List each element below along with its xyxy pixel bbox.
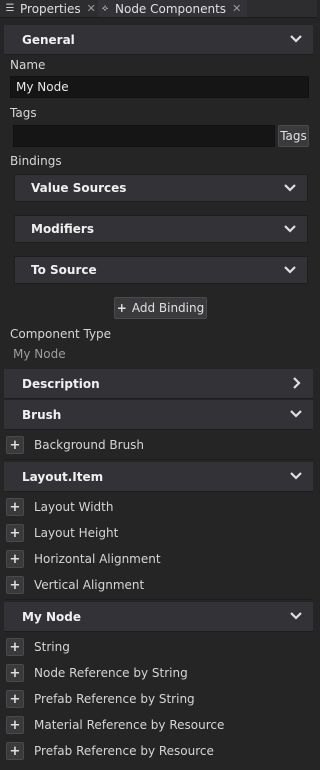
tab-label: Node Components [115, 1, 227, 16]
plus-icon[interactable]: + [6, 638, 24, 656]
list-item: + Horizontal Alignment [6, 549, 161, 569]
chevron-down-icon[interactable] [289, 609, 303, 623]
list-item: + String [6, 637, 70, 657]
list-item: + Background Brush [6, 435, 144, 455]
item-label: Horizontal Alignment [34, 552, 161, 566]
plus-icon[interactable]: + [6, 690, 24, 708]
properties-icon: ☰ [5, 3, 15, 14]
item-label: Background Brush [34, 438, 145, 452]
name-label: Name [10, 58, 46, 72]
bindings-value-sources[interactable]: Value Sources [14, 174, 308, 202]
divider [4, 459, 313, 460]
plus-icon[interactable]: + [6, 716, 24, 734]
chevron-down-icon[interactable] [289, 407, 303, 421]
section-title: Brush [22, 407, 62, 422]
section-general[interactable]: General [4, 25, 313, 55]
component-type-value: My Node [13, 347, 66, 361]
add-binding-label: Add Binding [131, 301, 205, 315]
plus-icon[interactable]: + [6, 576, 24, 594]
component-type-label: Component Type [10, 327, 112, 341]
subsection-title: Modifiers [31, 222, 94, 236]
name-field[interactable]: My Node [10, 76, 309, 98]
section-my-node[interactable]: My Node [4, 602, 313, 632]
tab-node-components[interactable]: ⟡ Node Components ✕ [98, 0, 248, 17]
chevron-down-icon[interactable] [283, 222, 297, 236]
tags-field[interactable] [13, 125, 275, 147]
node-components-icon: ⟡ [101, 3, 109, 14]
list-item: + Prefab Reference by String [6, 689, 195, 709]
bindings-label: Bindings [10, 154, 62, 168]
plus-icon[interactable]: + [6, 524, 24, 542]
chevron-down-icon[interactable] [289, 469, 303, 483]
add-binding-button[interactable]: + Add Binding [114, 297, 207, 319]
item-label: Layout Height [34, 526, 119, 540]
list-item: + Layout Height [6, 523, 118, 543]
close-icon[interactable]: ✕ [87, 2, 96, 15]
list-item: + Layout Width [6, 497, 113, 517]
chevron-down-icon[interactable] [289, 32, 303, 46]
item-label: Vertical Alignment [34, 578, 145, 592]
bindings-modifiers[interactable]: Modifiers [14, 215, 308, 243]
item-label: Prefab Reference by Resource [34, 744, 214, 758]
plus-icon[interactable]: + [6, 664, 24, 682]
plus-icon[interactable]: + [6, 436, 24, 454]
tags-label: Tags [10, 106, 37, 120]
list-item: + Material Reference by Resource [6, 715, 224, 735]
item-label: String [34, 640, 70, 654]
section-title: Layout.Item [22, 469, 104, 484]
section-title: My Node [22, 609, 81, 624]
section-description[interactable]: Description [4, 369, 313, 399]
chevron-down-icon[interactable] [283, 181, 297, 195]
plus-icon: + [116, 301, 127, 315]
tab-properties[interactable]: ☰ Properties ✕ [3, 0, 96, 17]
section-title: General [22, 32, 75, 47]
subsection-title: Value Sources [31, 181, 127, 195]
tags-button[interactable]: Tags [278, 125, 309, 147]
tab-bar: ☰ Properties ✕ ⟡ Node Components ✕ [0, 0, 317, 18]
item-label: Node Reference by String [34, 666, 188, 680]
chevron-right-icon[interactable] [289, 376, 303, 390]
list-item: + Prefab Reference by Resource [6, 741, 214, 761]
list-item: + Node Reference by String [6, 663, 188, 683]
close-icon[interactable]: ✕ [232, 2, 241, 15]
section-brush[interactable]: Brush [4, 400, 313, 430]
section-layout-item[interactable]: Layout.Item [4, 462, 313, 492]
list-item: + Vertical Alignment [6, 575, 144, 595]
tab-label: Properties [20, 1, 81, 16]
plus-icon[interactable]: + [6, 550, 24, 568]
subsection-title: To Source [31, 263, 97, 277]
item-label: Layout Width [34, 500, 114, 514]
plus-icon[interactable]: + [6, 742, 24, 760]
plus-icon[interactable]: + [6, 498, 24, 516]
item-label: Material Reference by Resource [34, 718, 225, 732]
item-label: Prefab Reference by String [34, 692, 195, 706]
divider [4, 599, 313, 600]
chevron-down-icon[interactable] [283, 263, 297, 277]
bindings-to-source[interactable]: To Source [14, 256, 308, 284]
section-title: Description [22, 376, 100, 391]
